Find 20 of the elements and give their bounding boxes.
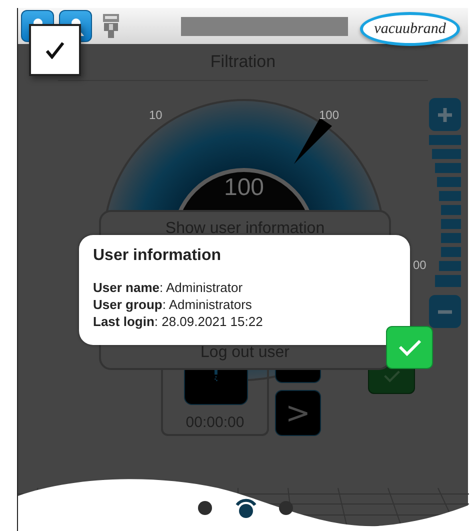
page-dot[interactable]: [279, 501, 293, 515]
scale-reading: 00: [413, 258, 426, 272]
network-plug-icon: [101, 13, 121, 39]
gauge-tick-label: 10: [149, 108, 162, 122]
gauge-needle: [294, 118, 332, 164]
gauge-value: 100: [222, 174, 266, 202]
minus-icon: [435, 310, 455, 314]
info-line: User name: Administrator: [93, 279, 244, 296]
next-button[interactable]: >: [275, 390, 321, 436]
check-icon: [382, 370, 400, 383]
gauge-tick-label: 100: [319, 108, 340, 122]
info-line: Last login: 28.09.2021 15:22: [93, 313, 264, 330]
check-mark-icon: [45, 41, 65, 59]
check-icon: [398, 338, 422, 356]
info-line: User group: Administrators: [93, 296, 253, 313]
ok-button[interactable]: [386, 326, 433, 369]
page-dot[interactable]: [198, 501, 212, 515]
brand-logo: vacuubrand: [360, 12, 460, 46]
active-page-dot[interactable]: [234, 497, 256, 519]
dialog-title: User information: [93, 247, 222, 265]
